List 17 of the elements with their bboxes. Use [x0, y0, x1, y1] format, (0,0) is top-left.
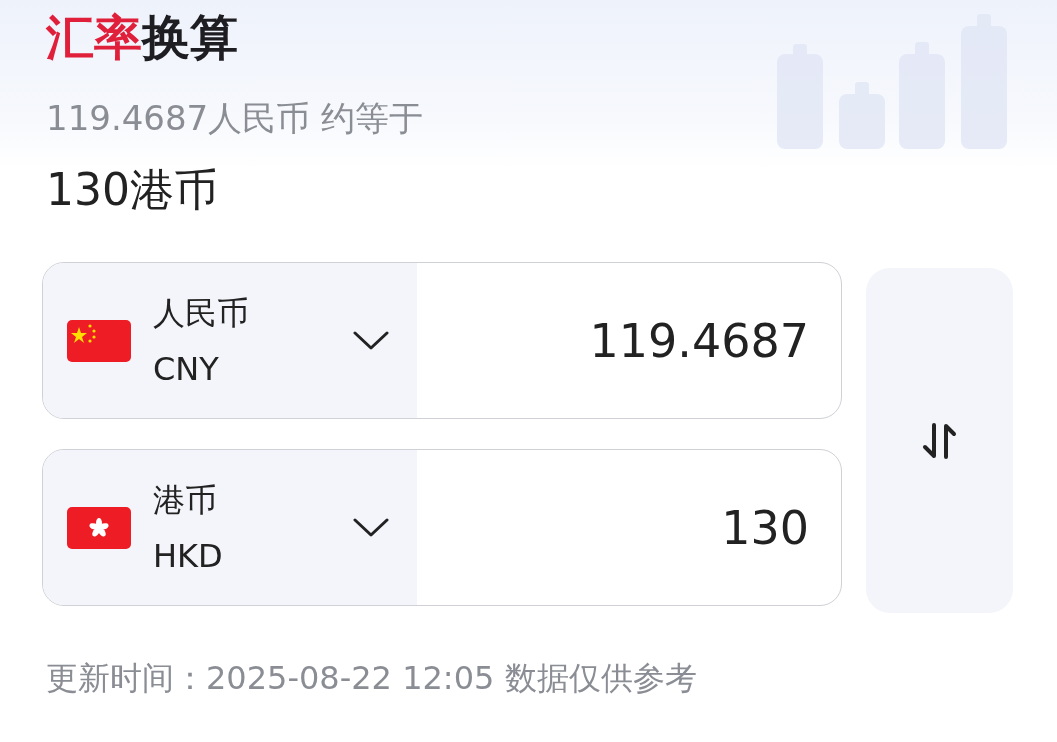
currency-selector[interactable]: 港币 HKD	[43, 450, 417, 605]
chevron-down-icon	[353, 330, 389, 351]
page-title: 汇率换算	[46, 8, 238, 67]
amount-field[interactable]: 119.4687	[417, 263, 841, 418]
swap-button[interactable]	[866, 268, 1013, 613]
currency-selector[interactable]: 人民币 CNY	[43, 263, 417, 418]
currency-name: 港币	[153, 479, 217, 521]
currency-code: CNY	[153, 348, 219, 390]
update-time-note: 更新时间：2025-08-22 12:05 数据仅供参考	[46, 658, 697, 699]
currency-name: 人民币	[153, 292, 249, 334]
flag-icon	[67, 506, 131, 549]
conversion-result: 130港币	[46, 163, 218, 217]
conversion-summary: 119.4687人民币 约等于	[46, 97, 424, 140]
amount-field[interactable]: 130	[417, 450, 841, 605]
chevron-down-icon	[353, 517, 389, 538]
currency-code: HKD	[153, 535, 223, 577]
flag-icon	[67, 319, 131, 362]
